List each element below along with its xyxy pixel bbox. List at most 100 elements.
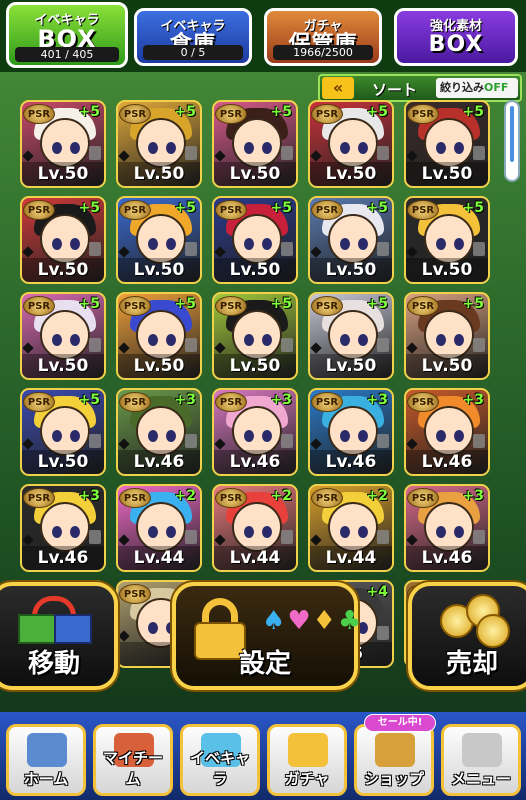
character-card[interactable]: PSR +2 Lv.44 [116,484,202,572]
character-card[interactable]: PSR +2 Lv.44 [308,484,394,572]
lock-small-icon [377,242,389,256]
character-card[interactable]: PSR +3 Lv.46 [212,388,298,476]
nav-item-team[interactable]: マイチーム [93,724,173,796]
character-level: Lv.50 [22,450,104,474]
character-portrait [328,118,378,168]
character-card[interactable]: PSR +3 Lv.46 [404,484,490,572]
rarity-badge: PSR [407,488,439,508]
character-card[interactable]: PSR +5 Lv.50 [404,292,490,380]
character-eye [340,334,350,346]
character-eye [166,334,176,346]
character-eye [340,142,350,154]
character-card[interactable]: PSR +3 Lv.46 [308,388,394,476]
nav-item-shop[interactable]: ショップ [354,724,434,796]
plus-level: +5 [78,296,100,312]
lock-small-icon [377,338,389,352]
bottom-nav: ホーム マイチーム イベキャラ ガチャ ショップ メニュー [0,712,526,800]
character-card[interactable]: PSR +5 Lv.50 [404,196,490,284]
character-portrait [40,502,90,552]
nav-item-gacha[interactable]: ガチャ [267,724,347,796]
character-level: Lv.44 [214,546,296,570]
character-card[interactable]: PSR +5 Lv.50 [20,196,106,284]
rarity-badge: PSR [407,104,439,124]
tab-material-box[interactable]: 強化素材 BOX [394,8,518,66]
plus-level: +5 [78,200,100,216]
character-card[interactable]: PSR +5 Lv.50 [20,292,106,380]
character-card[interactable]: PSR +5 Lv.50 [212,292,298,380]
tab-event-chara-box[interactable]: イベキャラ BOX 401 / 405 [6,2,128,68]
character-card[interactable]: PSR +5 Lv.50 [212,100,298,188]
character-level: Lv.46 [406,546,488,570]
sort-button[interactable]: ソート [372,79,417,100]
character-card[interactable]: PSR +3 Lv.46 [404,388,490,476]
character-card[interactable]: PSR +5 Lv.50 [308,100,394,188]
character-eye [70,142,80,154]
nav-item-event-chara[interactable]: イベキャラ [180,724,260,796]
move-button[interactable]: 移動 [0,582,118,690]
nav-label: マイチーム [102,749,163,788]
rarity-badge: PSR [407,296,439,316]
lock-small-icon [377,434,389,448]
character-eye [148,430,158,442]
rarity-badge: PSR [23,104,55,124]
rarity-badge: PSR [407,392,439,412]
tab-event-chara-warehouse[interactable]: イベキャラ 倉庫 0 / 5 [134,8,252,66]
nav-item-home[interactable]: ホーム [6,724,86,796]
character-card[interactable]: PSR +5 Lv.50 [212,196,298,284]
rarity-badge: PSR [215,200,247,220]
diamond-icon [310,342,322,354]
character-eye [244,334,254,346]
diamond-icon [22,438,34,450]
rarity-badge: PSR [23,200,55,220]
character-card[interactable]: PSR +5 Lv.50 [308,292,394,380]
filter-toggle-button[interactable]: 絞り込みOFF [436,78,518,98]
lock-settings-button[interactable]: ♠♥♦♣ 設定 [172,582,361,690]
sort-collapse-button[interactable]: « [322,77,354,99]
character-portrait [232,502,282,552]
tab-gacha-storage[interactable]: ガチャ 保管庫 1966/2500 [264,8,382,66]
character-eye [454,526,464,538]
sell-button[interactable]: 売却 [408,582,526,690]
character-card[interactable]: PSR +3 Lv.46 [20,484,106,572]
character-eye [262,238,272,250]
plus-level: +5 [366,200,388,216]
character-card[interactable]: PSR +5 Lv.50 [116,196,202,284]
character-card[interactable]: PSR +2 Lv.44 [212,484,298,572]
character-level: Lv.50 [118,354,200,378]
nav-item-menu[interactable]: メニュー [441,724,521,796]
character-eye [436,430,446,442]
lock-small-icon [89,530,101,544]
diamond-icon [118,534,130,546]
character-eye [148,142,158,154]
character-eye [166,430,176,442]
character-eye [358,238,368,250]
character-card[interactable]: PSR +5 Lv.50 [308,196,394,284]
diamond-icon [214,438,226,450]
diamond-icon [406,150,418,162]
plus-level: +3 [462,488,484,504]
character-card[interactable]: PSR +5 Lv.50 [404,100,490,188]
plus-level: +5 [174,296,196,312]
filter-label: 絞り込み [440,81,484,94]
diamond-icon [310,150,322,162]
gacha-icon [288,733,328,767]
character-card[interactable]: PSR +5 Lv.50 [20,388,106,476]
character-card[interactable]: PSR +3 Lv.46 [116,388,202,476]
character-portrait [328,310,378,360]
character-card[interactable]: PSR +5 Lv.50 [20,100,106,188]
character-portrait [136,118,186,168]
diamond-icon [22,150,34,162]
sort-bar: « ソート 絞り込みOFF [318,74,522,102]
character-level: Lv.50 [406,162,488,186]
diamond-icon [118,342,130,354]
character-card[interactable]: PSR +5 Lv.50 [116,100,202,188]
grid-scrollbar[interactable] [504,100,520,182]
rarity-badge: PSR [23,296,55,316]
character-card[interactable]: PSR +5 Lv.50 [116,292,202,380]
menu-icon [462,733,502,767]
diamond-icon [22,342,34,354]
sale-badge: セール中! [364,714,436,732]
lock-small-icon [89,242,101,256]
action-bar: 移動 ♠♥♦♣ 設定 売却 [0,582,526,692]
character-eye [70,238,80,250]
